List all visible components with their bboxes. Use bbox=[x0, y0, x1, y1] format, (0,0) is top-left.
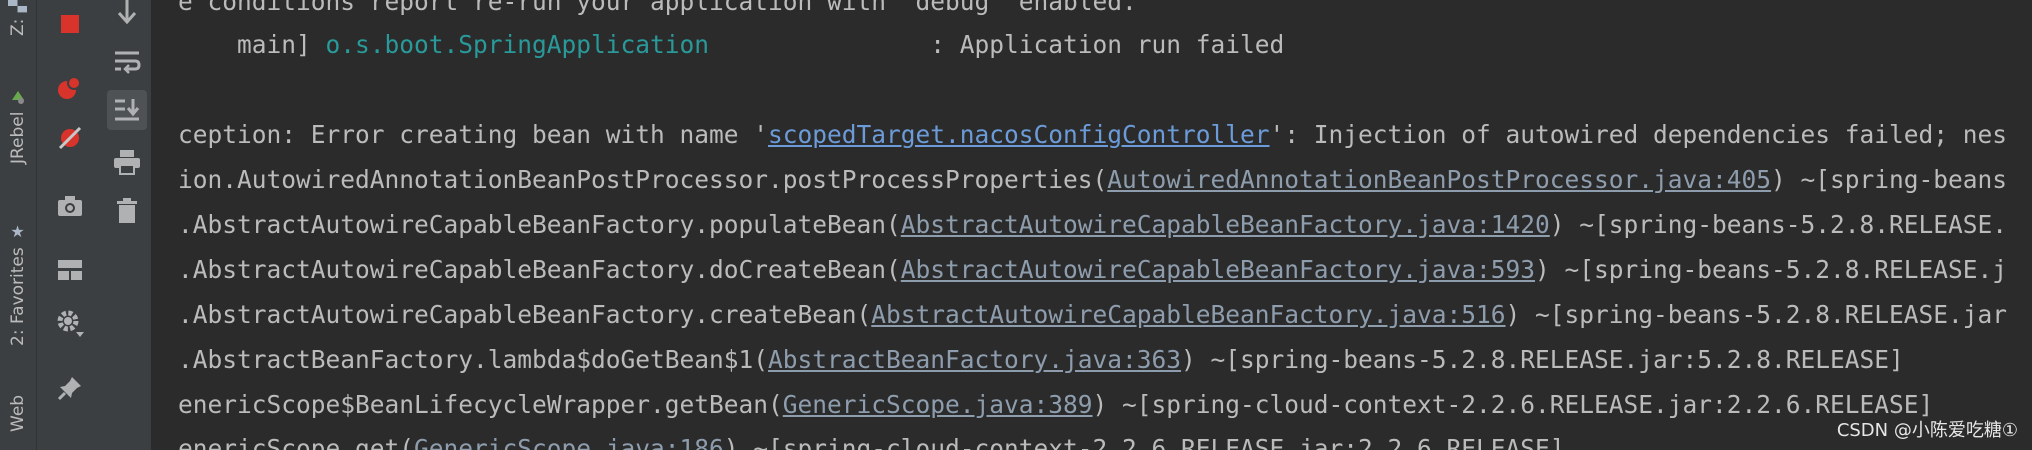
layout-button[interactable] bbox=[50, 250, 90, 290]
stack-trace-line: .AbstractBeanFactory.lambda$doGetBean$1(… bbox=[178, 345, 1904, 374]
jrebel-icon bbox=[12, 91, 24, 104]
rerun-button[interactable] bbox=[50, 68, 90, 108]
trash-icon bbox=[117, 198, 137, 223]
watermark: CSDN @小陈爱吃糖① bbox=[1836, 420, 2018, 441]
stack-trace-line: .AbstractAutowireCapableBeanFactory.doCr… bbox=[178, 255, 2008, 284]
source-link[interactable]: AbstractAutowireCapableBeanFactory.java:… bbox=[901, 255, 1535, 284]
run-toolbar bbox=[37, 0, 103, 450]
scroll-to-end-button[interactable] bbox=[107, 90, 147, 130]
stack-trace-line: ion.AutowiredAnnotationBeanPostProcessor… bbox=[178, 165, 2008, 194]
logger-name: o.s.boot.SpringApplication bbox=[325, 30, 710, 59]
settings-button[interactable] bbox=[50, 303, 90, 343]
mute-breakpoints-icon bbox=[58, 126, 82, 150]
camera-icon bbox=[58, 196, 82, 216]
tool-window-stripe: Z: ▞ JRebel 2: Favorites ★ Web bbox=[0, 0, 37, 450]
console-output[interactable]: e conditions report re-run your applicat… bbox=[152, 0, 2032, 450]
mute-breakpoints-button[interactable] bbox=[50, 118, 90, 158]
jrebel-tab-label: JRebel bbox=[8, 112, 28, 165]
source-link[interactable]: AbstractAutowireCapableBeanFactory.java:… bbox=[871, 300, 1505, 329]
settings-icon bbox=[57, 310, 84, 337]
structure-tab-label: Z: bbox=[8, 18, 28, 36]
clear-all-button[interactable] bbox=[107, 191, 147, 231]
stop-icon bbox=[61, 15, 79, 33]
scroll-down-button[interactable] bbox=[107, 0, 147, 32]
structure-tab[interactable]: Z: ▞ bbox=[4, 0, 32, 50]
soft-wrap-icon bbox=[115, 51, 141, 74]
stack-trace-line: enericScope.get(GenericScope.java:186) ~… bbox=[178, 434, 1565, 450]
soft-wrap-button[interactable] bbox=[107, 42, 147, 82]
source-link[interactable]: AbstractAutowireCapableBeanFactory.java:… bbox=[901, 210, 1550, 239]
layout-icon bbox=[58, 260, 82, 280]
arrow-down-icon bbox=[117, 0, 137, 25]
source-link[interactable]: GenericScope.java:389 bbox=[783, 390, 1093, 419]
web-tab-label: Web bbox=[8, 395, 28, 433]
stack-trace-line: .AbstractAutowireCapableBeanFactory.crea… bbox=[178, 300, 2008, 329]
print-icon bbox=[114, 150, 140, 175]
stack-trace-line: .AbstractAutowireCapableBeanFactory.popu… bbox=[178, 210, 2008, 239]
star-icon: ★ bbox=[8, 222, 28, 241]
screenshot-button[interactable] bbox=[50, 186, 90, 226]
favorites-tab-label: 2: Favorites bbox=[8, 247, 28, 346]
source-link[interactable]: AutowiredAnnotationBeanPostProcessor.jav… bbox=[1107, 165, 1771, 194]
console-line: e conditions report re-run your applicat… bbox=[178, 0, 1137, 16]
source-link[interactable]: GenericScope.java:186 bbox=[414, 434, 724, 450]
structure-icon: ▞ bbox=[8, 0, 28, 13]
stop-button[interactable] bbox=[50, 4, 90, 44]
stack-trace-line: enericScope$BeanLifecycleWrapper.getBean… bbox=[178, 390, 1934, 419]
pin-icon bbox=[57, 377, 81, 401]
print-button[interactable] bbox=[107, 142, 147, 182]
console-line: ception: Error creating bean with name '… bbox=[178, 120, 2008, 149]
rerun-icon bbox=[58, 76, 81, 99]
favorites-tab[interactable]: 2: Favorites ★ bbox=[4, 222, 32, 362]
scroll-to-end-icon bbox=[115, 99, 140, 121]
pin-tab-button[interactable] bbox=[50, 368, 90, 408]
web-tab[interactable]: Web bbox=[4, 395, 32, 450]
bean-name-link[interactable]: scopedTarget.nacosConfigController bbox=[768, 120, 1270, 149]
console-line: main] o.s.boot.SpringApplication : Appli… bbox=[178, 30, 1285, 59]
jrebel-tab[interactable]: JRebel bbox=[4, 88, 32, 188]
console-toolbar bbox=[103, 0, 152, 450]
source-link[interactable]: AbstractBeanFactory.java:363 bbox=[768, 345, 1181, 374]
